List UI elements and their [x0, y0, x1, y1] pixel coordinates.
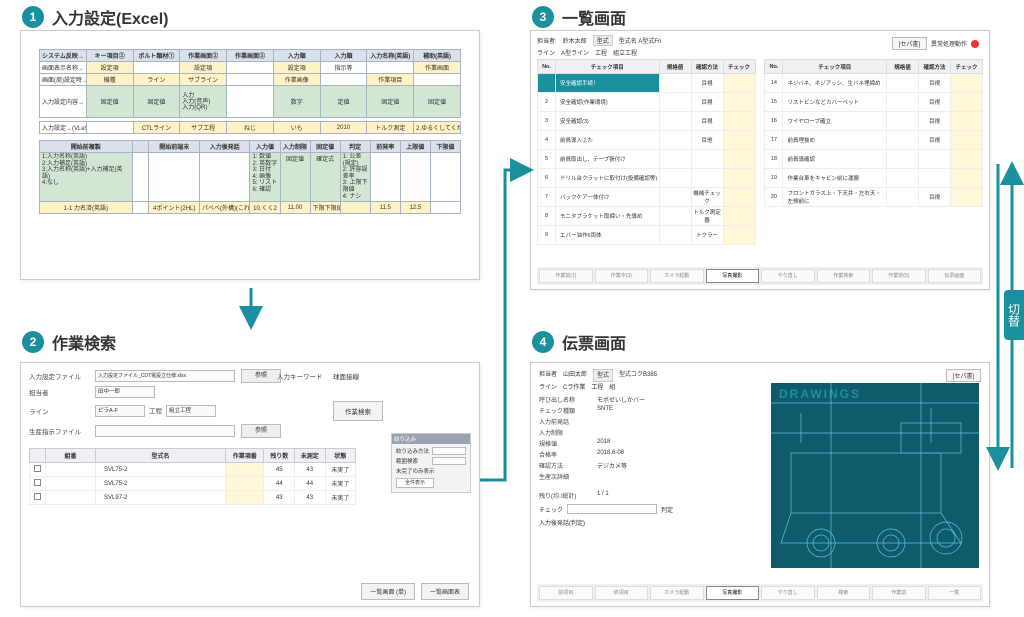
- input-imgdir[interactable]: [95, 425, 235, 437]
- section-2-title: 2 作業検索: [22, 330, 116, 354]
- filter-showall-btn[interactable]: 全件表示: [396, 478, 434, 488]
- error-dot-icon: [971, 40, 979, 48]
- lbl-line: ライン: [29, 406, 89, 416]
- section-2-label: 作業検索: [52, 330, 116, 354]
- bar-btn[interactable]: 作業検索: [817, 269, 871, 283]
- section-4-label: 伝票画面: [562, 330, 626, 354]
- list-bottom-bar: 作業前(1)作業中(3)カメラ起動写真撮影やり直し作業検索作業前(5)伝票画面: [537, 267, 983, 285]
- search-button[interactable]: 作業検索: [333, 401, 383, 421]
- filter-method: 絞り込み方法: [396, 447, 429, 455]
- arrow-1-to-2: [244, 288, 258, 329]
- table-row[interactable]: SVL97-24343未実了: [30, 491, 356, 505]
- badge-3: 3: [532, 6, 554, 28]
- bar-btn[interactable]: 検索: [817, 586, 871, 600]
- bar-btn[interactable]: カメラ起動: [650, 269, 704, 283]
- slip-menu-btn[interactable]: [セパ書]: [946, 369, 981, 382]
- filter-range: 範囲検索: [396, 457, 418, 465]
- xl-h: システム反映→: [40, 50, 87, 62]
- error-label: 異常処理動作: [931, 39, 967, 48]
- list-item[interactable]: 2安全確認(作業環境)目視: [538, 93, 756, 112]
- list-item[interactable]: 9エバー油作6両体トクラー: [538, 226, 756, 245]
- bar-btn[interactable]: 一覧: [928, 586, 982, 600]
- arrow-2-to-3: [480, 160, 530, 500]
- bar-btn[interactable]: やり直し: [761, 269, 815, 283]
- kw-value: 球面接線: [333, 371, 433, 381]
- list-item[interactable]: 安全確認手続！目視: [538, 74, 756, 93]
- section-4-title: 4 伝票画面: [532, 330, 626, 354]
- swap-label: 切替: [1004, 290, 1024, 340]
- list-item[interactable]: 7バックケア一体付け機械チェック: [538, 188, 756, 207]
- slip-check-input[interactable]: [567, 504, 657, 514]
- list-item[interactable]: 8モニタブラケット取締い・先導めトルク測定器: [538, 207, 756, 226]
- slip-bottom-bar: 前項目終項目カメラ起動写真撮影やり直し検索作業前一覧: [537, 584, 983, 602]
- section-3-label: 一覧画面: [562, 5, 626, 29]
- badge-2: 2: [22, 331, 44, 353]
- bar-btn[interactable]: 作業前: [872, 586, 926, 600]
- bar-btn[interactable]: やり直し: [761, 586, 815, 600]
- bar-btn[interactable]: 作業前(5): [872, 269, 926, 283]
- input-line[interactable]: ピラA-F: [95, 405, 145, 417]
- btn-browse-2[interactable]: 参照: [241, 424, 281, 438]
- list-item[interactable]: 14ネジバネ、ネジアッシ、生バネ埋締め目視: [765, 74, 983, 93]
- panel-excel: システム反映→ キー項目② ボルト類材① 作業画面② 作業画面② 入力順 入力順…: [20, 30, 480, 280]
- list-item[interactable]: 4前員導入②た目他: [538, 131, 756, 150]
- btn-browse[interactable]: 参照: [241, 369, 281, 383]
- section-1-label: 入力設定(Excel): [52, 5, 168, 29]
- filter-range-input[interactable]: [432, 457, 466, 465]
- lbl-file: 入力設定ファイル: [29, 371, 89, 381]
- list-item[interactable]: 3安全確認(3)目視: [538, 112, 756, 131]
- filter-pending: 未完了のみ表示: [396, 467, 435, 475]
- input-person[interactable]: 田中一郎: [95, 386, 155, 398]
- drawing-image: DRAWINGS: [771, 383, 979, 568]
- list-item[interactable]: 5前員取出し、テープ張付け: [538, 150, 756, 169]
- section-3-title: 3 一覧画面: [532, 5, 626, 29]
- slip-check-btn[interactable]: 判定: [661, 505, 673, 514]
- search-result-table: 組番型式名作業項番残り数未測定状態 SVL75-24543未実了SVL75-24…: [29, 448, 356, 505]
- menu-btn[interactable]: [セパ書]: [892, 37, 927, 50]
- list-item[interactable]: 16ワイヤロープ確立目視: [765, 112, 983, 131]
- table-row[interactable]: SVL75-24444未実了: [30, 477, 356, 491]
- slip-header: 担当者山田太郎 型式型式コクB385 [セパ書]: [539, 369, 981, 382]
- bar-btn[interactable]: 前項目: [539, 586, 593, 600]
- list-item[interactable]: 6ドリル台クラットに取付け(投備確認等): [538, 169, 756, 188]
- bar-btn[interactable]: 写真撮影: [706, 269, 760, 283]
- list-item[interactable]: 19作業台車をキャビン前に運搬: [765, 169, 983, 188]
- check-list-right: No.チェック項目規格値確認方法チェック14ネジバネ、ネジアッシ、生バネ埋締め目…: [764, 59, 983, 207]
- lbl-person: 担当者: [29, 387, 89, 397]
- section-1-title: 1 入力設定(Excel): [22, 5, 168, 29]
- lbl-imgdir: 生産指示ファイル: [29, 426, 89, 436]
- list-item[interactable]: 15リストビンなどカバーペット目視: [765, 93, 983, 112]
- footer-btn-2[interactable]: 一覧画面表: [421, 583, 469, 600]
- list-item[interactable]: 17前員埋抜め目視: [765, 131, 983, 150]
- panel-search: 入力設定ファイル 入力設定ファイル_CDT電設立仕様.xlsx 参照 入力キーワ…: [20, 362, 480, 607]
- check-list-left: No.チェック項目規格値確認方法チェック安全確認手続！目視2安全確認(作業環境)…: [537, 59, 756, 245]
- lbl-kw: 入力キーワード: [277, 371, 327, 381]
- error-indicator: [セパ書] 異常処理動作: [892, 37, 979, 50]
- filter-title: 絞り込み: [392, 434, 470, 444]
- input-proc[interactable]: 組立工程: [166, 405, 216, 417]
- bar-btn[interactable]: 作業前(1): [539, 269, 593, 283]
- bar-btn[interactable]: 終項目: [595, 586, 649, 600]
- input-file[interactable]: 入力設定ファイル_CDT電設立仕様.xlsx: [95, 370, 235, 382]
- excel-table-2: 開始前複製 開始前端末 入力後発話 入力値 入力制限 固定値 判定 前発率 上限…: [39, 140, 461, 214]
- badge-1: 1: [22, 6, 44, 28]
- filter-box: 絞り込み 絞り込み方法 範囲検索 未完了のみ表示 全件表示: [391, 433, 471, 493]
- bar-btn[interactable]: 伝票画面: [928, 269, 982, 283]
- bar-btn[interactable]: 写真撮影: [706, 586, 760, 600]
- search-footer: 一覧画面 (単) 一覧画面表: [361, 583, 469, 600]
- bar-btn[interactable]: カメラ起動: [650, 586, 704, 600]
- list-item[interactable]: 18前員導確認: [765, 150, 983, 169]
- panel-slip: 担当者山田太郎 型式型式コクB385 [セパ書] ラインCラ作業 工程組 呼び出…: [530, 362, 990, 607]
- bar-btn[interactable]: 作業中(3): [595, 269, 649, 283]
- filter-method-input[interactable]: [432, 447, 466, 455]
- list-item[interactable]: 20フロントガラス上・下天井・左右天・左側前に目視: [765, 188, 983, 207]
- table-row[interactable]: SVL75-24543未実了: [30, 463, 356, 477]
- panel-list: 担当者:鈴木太郎 型式型式名 A型式Fri ラインA型ライン 工程組立工程 [セ…: [530, 30, 990, 290]
- badge-4: 4: [532, 331, 554, 353]
- lbl-proc: 工程: [149, 405, 162, 417]
- footer-btn-1[interactable]: 一覧画面 (単): [361, 583, 415, 600]
- excel-table-1: システム反映→ キー項目② ボルト類材① 作業画面② 作業画面② 入力順 入力順…: [39, 49, 461, 134]
